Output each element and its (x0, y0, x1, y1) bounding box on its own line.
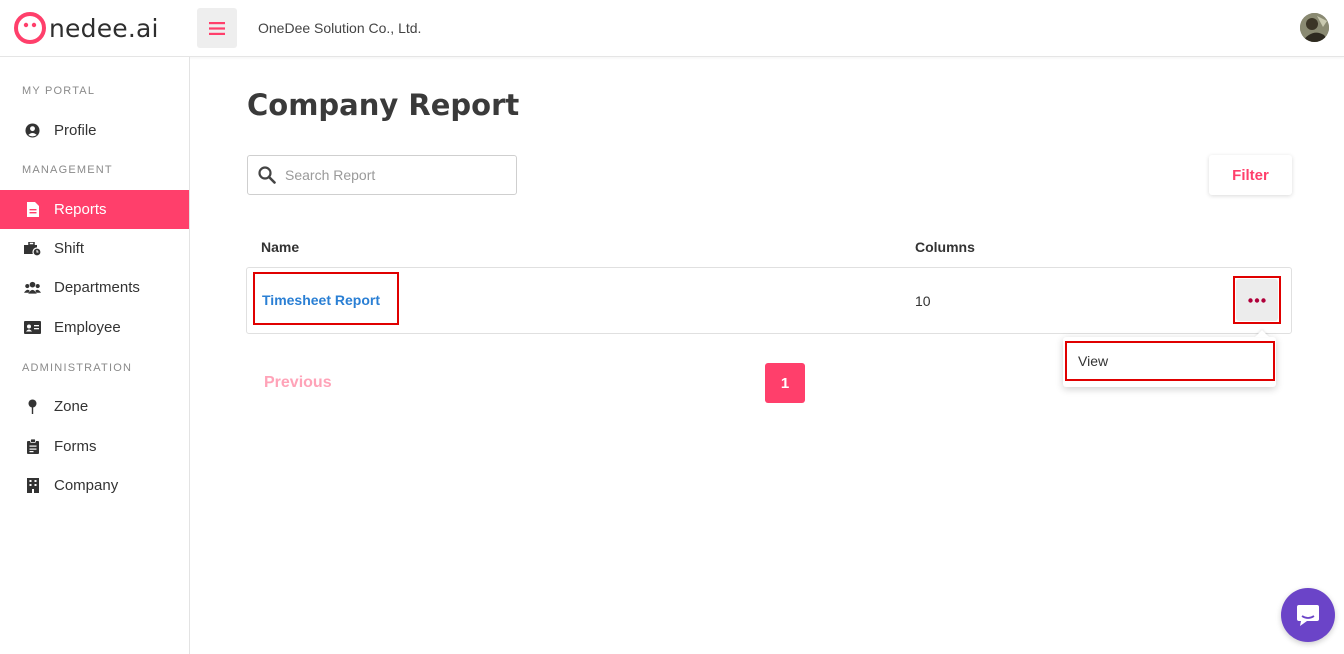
sidebar-item-label: Forms (54, 438, 97, 455)
onedee-logo-icon (14, 12, 46, 44)
page-number-button[interactable]: 1 (765, 363, 805, 403)
highlight-box (1233, 276, 1281, 324)
briefcase-clock-icon (24, 240, 41, 257)
sidebar-section-administration: ADMINISTRATION (22, 362, 133, 374)
building-icon (24, 477, 41, 494)
menu-toggle-button[interactable] (197, 8, 237, 48)
previous-page-button[interactable]: Previous (264, 374, 332, 392)
sidebar: MY PORTAL Profile MANAGEMENT Reports Shi… (0, 57, 190, 654)
column-header-name: Name (261, 239, 300, 255)
clipboard-icon (24, 438, 41, 455)
filter-button[interactable]: Filter (1209, 155, 1292, 195)
sidebar-item-label: Zone (54, 398, 89, 415)
top-bar: nedee.ai OneDee Solution Co., Ltd. (0, 0, 1344, 57)
report-columns-count: 10 (915, 293, 931, 309)
sidebar-section-management: MANAGEMENT (22, 164, 113, 176)
sidebar-item-label: Reports (54, 201, 107, 218)
sidebar-item-label: Employee (54, 319, 121, 336)
dropdown-arrow (1255, 330, 1269, 337)
sidebar-item-label: Profile (54, 122, 97, 139)
sidebar-item-shift[interactable]: Shift (0, 229, 189, 268)
sidebar-item-company[interactable]: Company (0, 466, 189, 505)
table-row (246, 267, 1292, 334)
search-input[interactable] (285, 167, 505, 183)
report-name-link[interactable]: Timesheet Report (262, 292, 380, 308)
users-icon (24, 279, 41, 296)
sidebar-item-zone[interactable]: Zone (0, 387, 189, 426)
id-card-icon (24, 319, 41, 336)
column-header-columns: Columns (915, 239, 975, 255)
logo[interactable]: nedee.ai (13, 10, 159, 46)
sidebar-item-forms[interactable]: Forms (0, 427, 189, 466)
chat-widget-button[interactable] (1281, 588, 1335, 642)
highlight-box (1065, 341, 1275, 381)
sidebar-item-departments[interactable]: Departments (0, 268, 189, 307)
sidebar-item-reports[interactable]: Reports (0, 190, 189, 229)
avatar[interactable] (1300, 13, 1329, 42)
map-pin-icon (24, 398, 41, 415)
sidebar-item-employee[interactable]: Employee (0, 308, 189, 347)
page-title: Company Report (247, 88, 520, 122)
hamburger-icon (209, 21, 225, 35)
sidebar-item-profile[interactable]: Profile (0, 111, 189, 150)
logo-text: nedee.ai (49, 13, 159, 43)
sidebar-item-label: Shift (54, 240, 85, 257)
file-icon (24, 201, 41, 218)
chat-bubble-icon (1297, 605, 1319, 626)
sidebar-section-my-portal: MY PORTAL (22, 85, 96, 97)
company-name: OneDee Solution Co., Ltd. (258, 20, 422, 36)
sidebar-item-label: Departments (54, 279, 140, 296)
sidebar-item-label: Company (54, 477, 119, 494)
user-circle-icon (24, 122, 41, 139)
search-icon (258, 166, 276, 184)
user-avatar-icon (1300, 13, 1329, 42)
search-box[interactable] (247, 155, 517, 195)
